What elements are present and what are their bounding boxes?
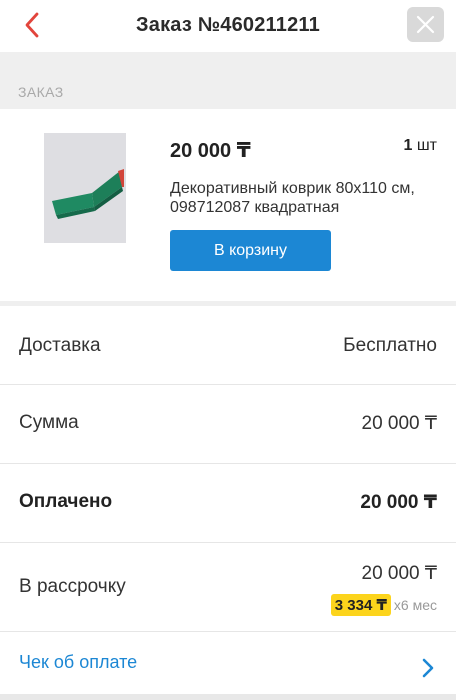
product-name[interactable]: Декоративный коврик 80х110 см, 098712087… bbox=[170, 179, 430, 217]
page-title: Заказ №460211211 bbox=[136, 14, 320, 36]
installment-term: х6 мес bbox=[393, 597, 437, 613]
receipt-link[interactable]: Чек об оплате bbox=[19, 652, 137, 673]
installment-monthly-badge: 3 334 ₸ bbox=[330, 594, 391, 616]
sum-value: 20 000 ₸ bbox=[361, 413, 437, 434]
sum-row: Сумма 20 000 ₸ bbox=[0, 385, 456, 464]
close-icon bbox=[416, 15, 435, 34]
installment-value: 20 000 ₸ bbox=[361, 563, 437, 584]
chevron-right-icon bbox=[422, 658, 434, 678]
installment-row: В рассрочку 20 000 ₸ 3 334 ₸ х6 мес bbox=[0, 543, 456, 632]
order-item-card: 20 000 ₸ 1 шт Декоративный коврик 80х110… bbox=[0, 109, 456, 301]
delivery-row: Доставка Бесплатно bbox=[0, 306, 456, 385]
paid-row: Оплачено 20 000 ₸ bbox=[0, 464, 456, 543]
paid-label: Оплачено bbox=[19, 491, 113, 512]
receipt-link-row[interactable]: Чек об оплате bbox=[0, 632, 456, 694]
header: Заказ №460211211 bbox=[0, 0, 456, 52]
bottom-divider bbox=[0, 694, 456, 700]
close-button[interactable] bbox=[407, 7, 444, 42]
rug-image bbox=[44, 133, 126, 243]
add-to-cart-button[interactable]: В корзину bbox=[170, 230, 331, 271]
quantity-unit: шт bbox=[416, 137, 437, 154]
installment-label: В рассрочку bbox=[19, 576, 126, 597]
delivery-value: Бесплатно bbox=[343, 335, 437, 356]
delivery-label: Доставка bbox=[19, 335, 101, 356]
product-image[interactable] bbox=[44, 133, 126, 243]
paid-value: 20 000 ₸ bbox=[360, 492, 437, 513]
section-label-order: ЗАКАЗ bbox=[18, 84, 64, 100]
order-summary: Доставка Бесплатно Сумма 20 000 ₸ Оплаче… bbox=[0, 306, 456, 694]
product-quantity: 1 шт bbox=[403, 137, 437, 155]
product-price: 20 000 ₸ bbox=[170, 140, 251, 162]
installment-monthly: 3 334 ₸ х6 мес bbox=[330, 594, 437, 616]
quantity-value: 1 bbox=[403, 137, 413, 154]
sum-label: Сумма bbox=[19, 412, 79, 433]
